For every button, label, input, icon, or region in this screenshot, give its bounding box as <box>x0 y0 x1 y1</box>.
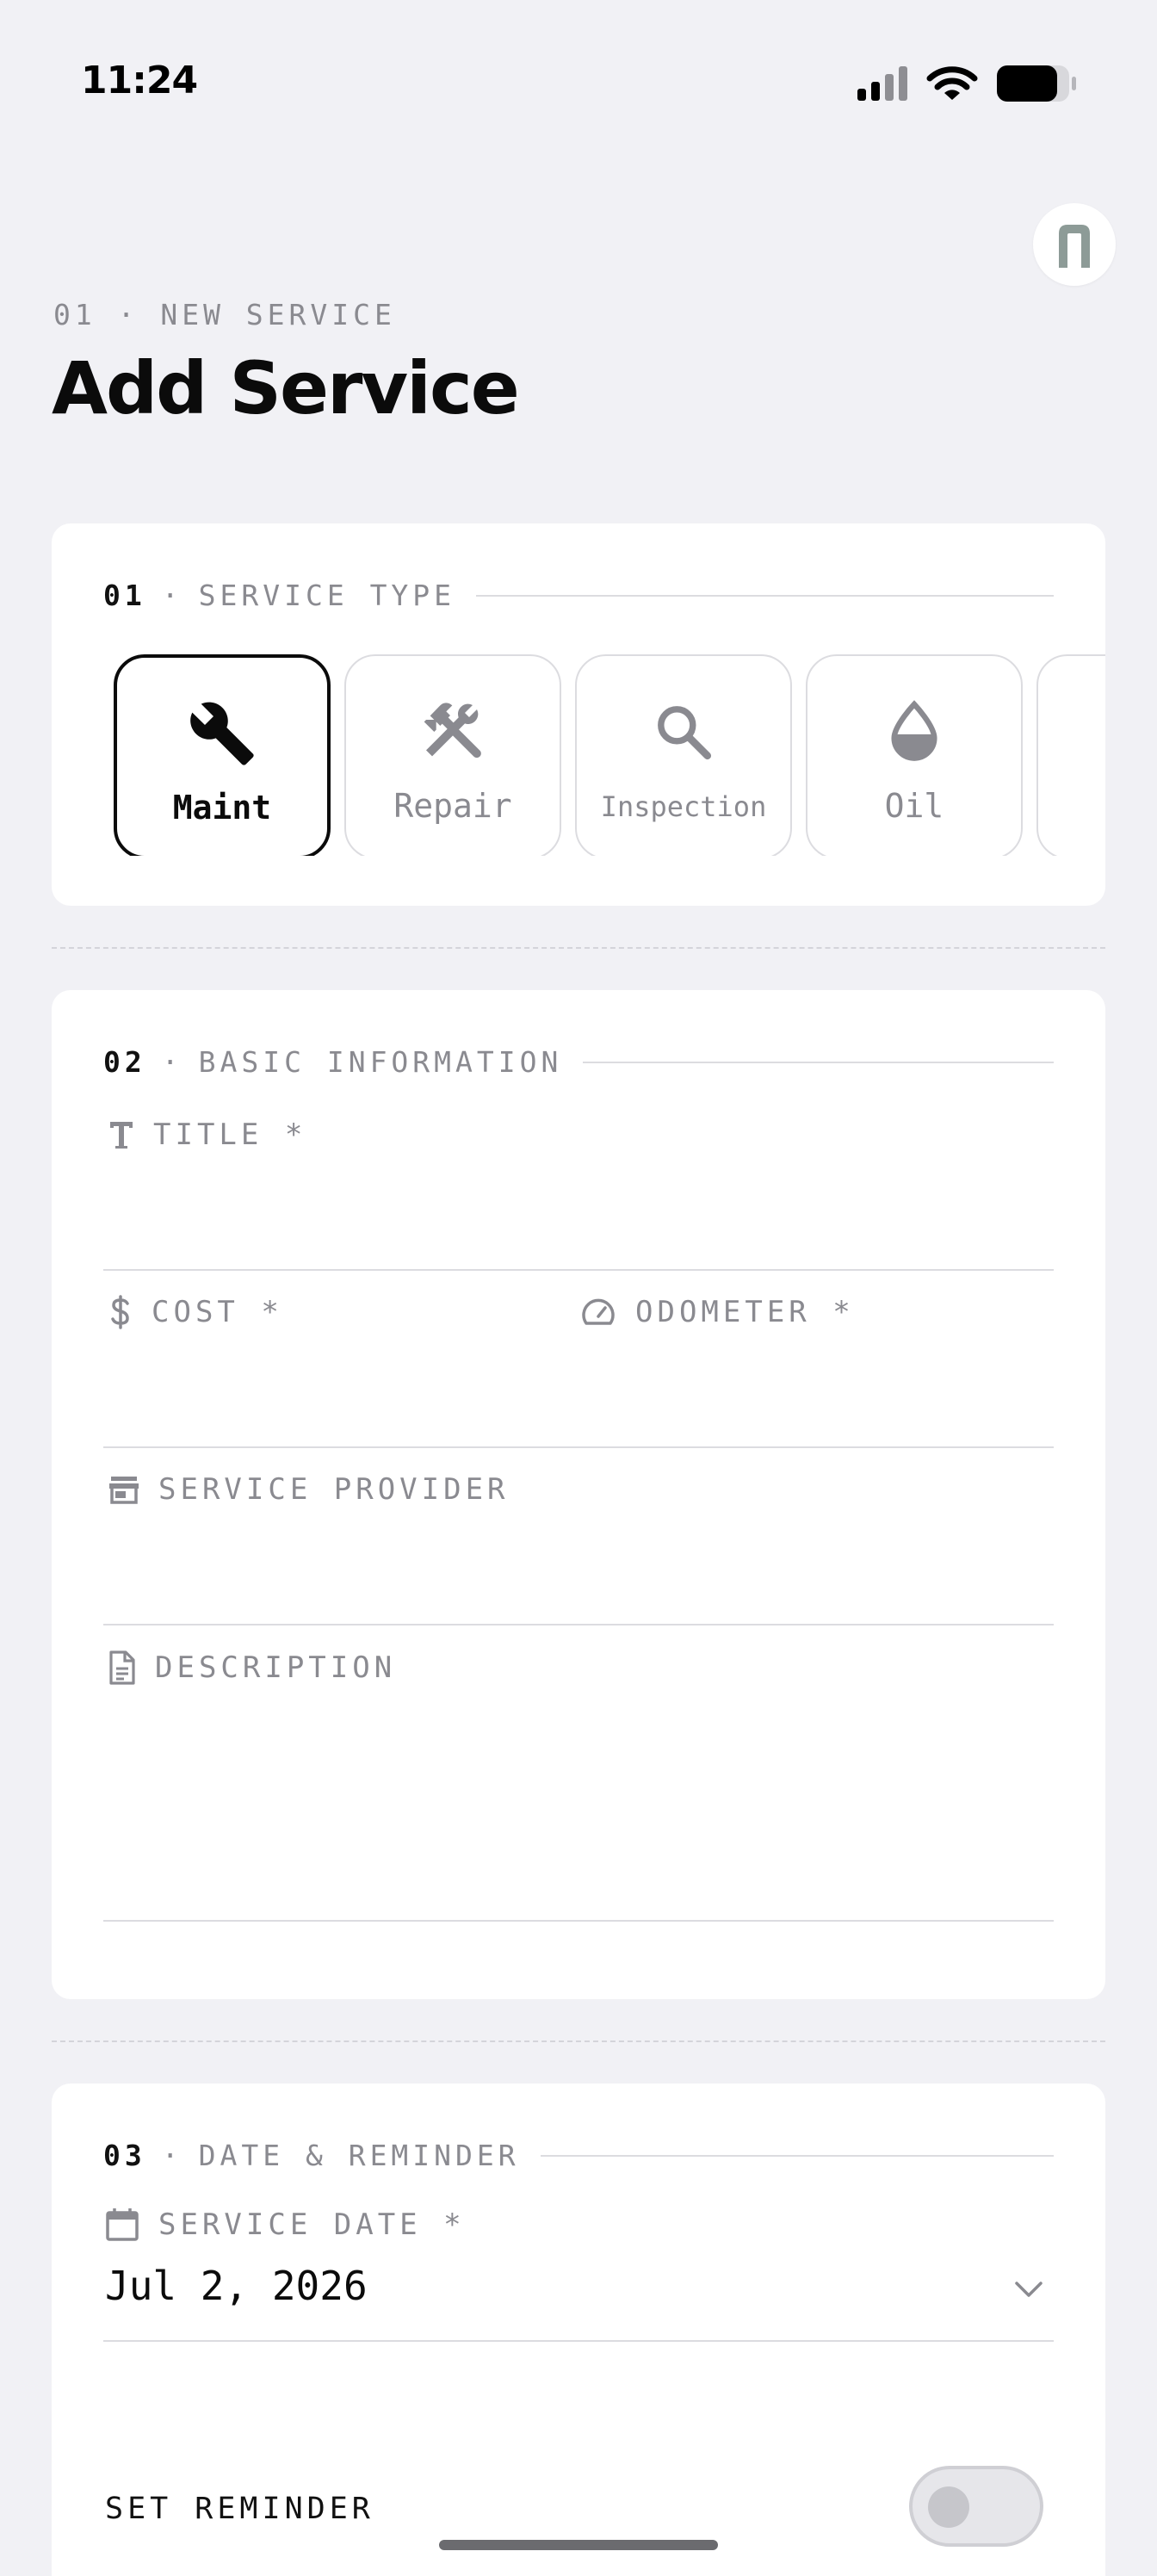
section-header-basic-information: 02 · BASIC INFORMATION <box>103 1045 1054 1079</box>
description-underline <box>103 1920 1054 1922</box>
title-field-label: TITLE * <box>108 1118 306 1152</box>
home-indicator[interactable] <box>439 2540 718 2550</box>
service-type-chip-oil[interactable]: Oil <box>806 654 1023 856</box>
status-icons <box>856 64 1078 103</box>
section-rule <box>540 2154 1054 2157</box>
provider-label-text: SERVICE PROVIDER <box>158 1472 510 1507</box>
section-divider <box>52 947 1105 949</box>
document-icon <box>109 1650 135 1685</box>
magnifier-icon <box>658 706 712 760</box>
provider-underline <box>103 1624 1054 1625</box>
section-number: 03 <box>103 2139 146 2172</box>
section-header-service-type: 01 · SERVICE TYPE <box>103 579 1054 612</box>
chip-label: Inspection <box>600 790 767 823</box>
section-title: SERVICE TYPE <box>198 579 456 612</box>
wifi-icon <box>926 66 978 100</box>
description-field-label: DESCRIPTION <box>108 1650 396 1686</box>
service-type-chip-more[interactable] <box>1036 654 1105 856</box>
dollar-icon <box>111 1295 129 1329</box>
section-rule <box>583 1061 1054 1063</box>
title-label-text: TITLE * <box>153 1118 307 1152</box>
service-date-label-text: SERVICE DATE * <box>158 2208 466 2242</box>
profile-avatar[interactable] <box>1033 203 1116 286</box>
section-separator: · <box>161 579 183 612</box>
service-type-chip-inspection[interactable]: Inspection <box>575 654 792 856</box>
odometer-label-text: ODOMETER * <box>635 1295 855 1329</box>
chevron-down-icon[interactable] <box>1014 2280 1043 2299</box>
description-label-text: DESCRIPTION <box>155 1650 397 1685</box>
description-textarea[interactable] <box>103 1708 1054 1898</box>
section-number: 02 <box>103 1045 146 1079</box>
chip-label: Maint <box>172 789 272 827</box>
battery-icon <box>997 65 1076 102</box>
cost-odometer-underline <box>103 1446 1054 1448</box>
wrench-icon <box>190 702 254 765</box>
hammer-wrench-icon <box>424 703 481 759</box>
odometer-input[interactable] <box>577 1353 1054 1414</box>
provider-field-label: SERVICE PROVIDER <box>108 1472 510 1507</box>
section-separator: · <box>161 1045 183 1079</box>
speedometer-icon <box>582 1298 615 1325</box>
chip-label: Oil <box>884 787 944 825</box>
cellular-signal-icon <box>857 66 907 101</box>
page-eyebrow: 01 · NEW SERVICE <box>53 298 396 331</box>
cost-label-text: COST * <box>152 1295 283 1329</box>
title-input[interactable] <box>103 1174 1054 1235</box>
service-type-chip-repair[interactable]: Repair <box>344 654 561 856</box>
service-date-picker[interactable]: Jul 2, 2026 <box>103 2254 1054 2345</box>
service-date-field-label: SERVICE DATE * <box>105 2208 466 2242</box>
title-underline <box>103 1269 1054 1271</box>
basic-information-card: 02 · BASIC INFORMATION TITLE * COST * OD… <box>52 990 1105 1999</box>
service-date-value: Jul 2, 2026 <box>105 2263 368 2309</box>
oil-drop-icon <box>891 700 937 761</box>
status-bar: 11:24 <box>0 0 1157 155</box>
odometer-field-label: ODOMETER * <box>580 1295 855 1329</box>
cost-field-label: COST * <box>108 1295 283 1329</box>
page-title: Add Service <box>52 346 520 430</box>
section-separator: · <box>161 2139 183 2172</box>
text-t-icon <box>110 1122 133 1149</box>
brand-logo-icon <box>1059 225 1090 268</box>
set-reminder-toggle[interactable] <box>909 2466 1043 2547</box>
cost-input[interactable] <box>103 1353 551 1414</box>
section-rule <box>476 594 1054 597</box>
chip-label: Repair <box>393 787 512 825</box>
service-date-underline <box>103 2340 1054 2342</box>
section-title: BASIC INFORMATION <box>198 1045 563 1079</box>
service-type-chip-maint[interactable]: Maint <box>114 654 331 856</box>
service-provider-input[interactable] <box>103 1529 1054 1589</box>
date-reminder-card: 03 · DATE & REMINDER SERVICE DATE * Jul … <box>52 2084 1105 2576</box>
set-reminder-label: SET REMINDER <box>105 2492 374 2526</box>
section-header-date-reminder: 03 · DATE & REMINDER <box>103 2139 1054 2172</box>
calendar-icon <box>106 2208 139 2241</box>
toggle-knob <box>928 2486 969 2528</box>
section-divider <box>52 2040 1105 2042</box>
section-title: DATE & REMINDER <box>198 2139 520 2172</box>
status-time: 11:24 <box>81 59 198 102</box>
service-type-chip-row[interactable]: Maint Repair Inspection Oil <box>114 646 1105 856</box>
section-number: 01 <box>103 579 146 612</box>
service-type-card: 01 · SERVICE TYPE Maint Repair Inspectio… <box>52 523 1105 906</box>
store-icon <box>109 1477 139 1504</box>
